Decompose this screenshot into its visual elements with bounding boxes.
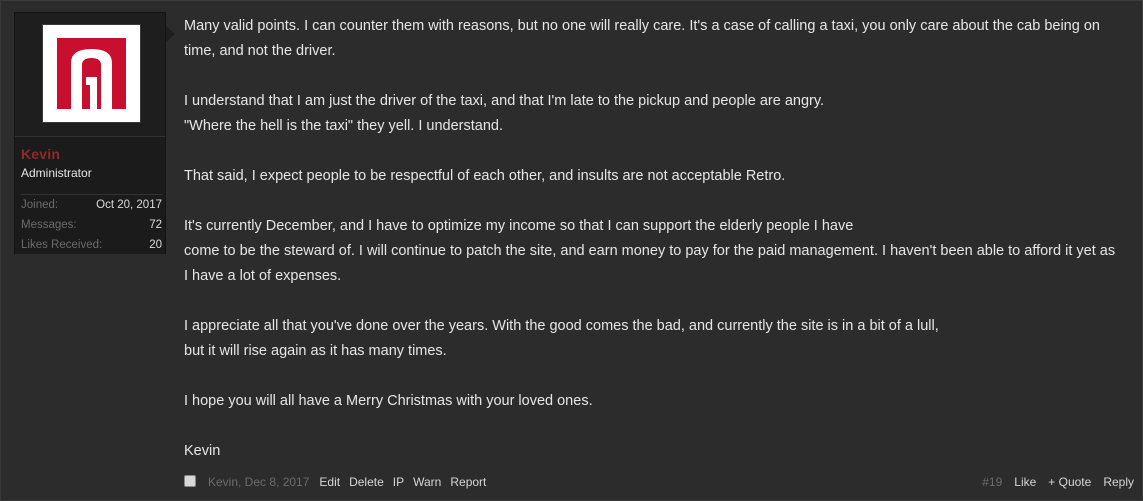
post-author-date[interactable]: Kevin, Dec 8, 2017 [208,473,309,491]
post-container: Kevin Administrator Joined: Oct 20, 2017… [0,0,1143,501]
user-info-arrow [166,26,175,42]
user-meta: Kevin Administrator Joined: Oct 20, 2017… [15,136,165,254]
username-link[interactable]: Kevin [21,146,60,162]
like-link[interactable]: Like [1014,473,1036,491]
reply-link[interactable]: Reply [1103,473,1134,491]
stat-label: Likes Received: [21,239,103,251]
message-signature: Kevin [184,443,221,459]
edit-link[interactable]: Edit [319,473,340,491]
stat-value: 20 [149,239,162,251]
quote-link[interactable]: + Quote [1048,473,1091,491]
user-title: Administrator [21,166,92,180]
footer-right: #19 Like + Quote Reply [982,473,1134,491]
warn-link[interactable]: Warn [413,473,441,491]
message-paragraph: That said, I expect people to be respect… [184,168,786,184]
message-paragraph: I understand that I am just the driver o… [184,93,825,134]
stat-label: Messages: [21,219,77,231]
stat-label: Joined: [21,199,59,211]
ip-link[interactable]: IP [393,473,404,491]
stat-value[interactable]: 72 [149,215,162,235]
avatar-logo-icon [43,25,140,122]
report-link[interactable]: Report [450,473,486,491]
message-paragraph: I hope you will all have a Merry Christm… [184,393,593,409]
select-post-checkbox[interactable] [184,475,196,487]
delete-link[interactable]: Delete [349,473,384,491]
avatar[interactable] [42,24,141,123]
stat-likes: Likes Received: 20 [21,235,162,255]
post-number-link[interactable]: #19 [982,473,1002,491]
message-content: Many valid points. I can counter them wi… [184,14,1119,464]
stat-joined: Joined: Oct 20, 2017 [21,195,162,215]
footer-left: Kevin, Dec 8, 2017 Edit Delete IP Warn R… [184,473,495,491]
message-user-info: Kevin Administrator Joined: Oct 20, 2017… [14,12,175,254]
message-paragraph: I appreciate all that you've done over t… [184,318,939,359]
stat-value: Oct 20, 2017 [96,199,162,211]
message-footer: Kevin, Dec 8, 2017 Edit Delete IP Warn R… [184,473,1134,491]
message-paragraph: It's currently December, and I have to o… [184,218,1116,284]
message-paragraph: Many valid points. I can counter them wi… [184,18,1105,59]
stat-messages: Messages: 72 [21,215,162,235]
user-stats: Joined: Oct 20, 2017 Messages: 72 Likes … [21,194,162,255]
